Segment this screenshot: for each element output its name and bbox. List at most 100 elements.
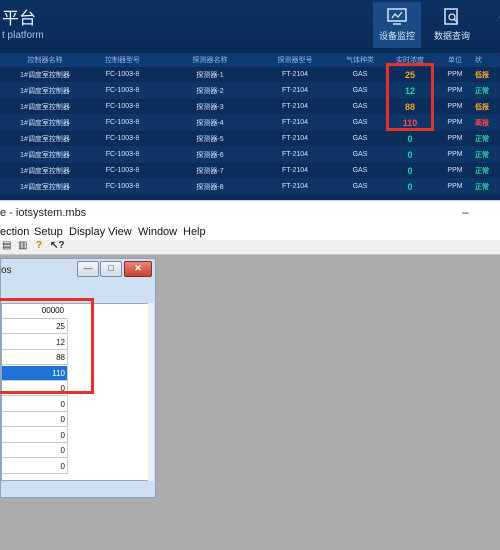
gear-icon	[499, 15, 500, 19]
controller-cell: 1#调度室控制器	[10, 98, 80, 115]
menu-help[interactable]: Help	[183, 226, 206, 238]
value-cell: 0	[385, 162, 435, 179]
value-highlight-box	[386, 63, 434, 131]
gas-type-cell: GAS	[335, 162, 385, 179]
status-cell: 正常	[475, 82, 500, 99]
child-maximize-button[interactable]: □	[100, 261, 122, 277]
detector-model-cell: FT-2104	[255, 146, 335, 163]
nav-system[interactable]: 系	[482, 2, 500, 48]
unit-cell: PPM	[435, 67, 475, 83]
detector-model-cell: FT-2104	[255, 130, 335, 147]
app-titlebar: e - iotsystem.mbs –	[0, 200, 500, 227]
help-icon[interactable]: ?	[36, 240, 42, 251]
minimize-button[interactable]: –	[462, 205, 469, 219]
value-cell: 0	[385, 146, 435, 163]
col-header: 控制器名称	[10, 53, 80, 67]
context-help-icon[interactable]: ↖?	[50, 240, 65, 251]
print-icon[interactable]: ▤	[2, 240, 11, 251]
unit-cell: PPM	[435, 114, 475, 131]
col-header: 探测器型号	[255, 53, 335, 67]
detector-model-cell: FT-2104	[255, 178, 335, 195]
status-cell: 正常	[475, 146, 500, 163]
menu-window[interactable]: Window	[138, 226, 177, 238]
controller-model-cell: FC-1003-8	[80, 67, 165, 83]
detector-model-cell: FT-2104	[255, 98, 335, 115]
detector-cell: 探测器-3	[165, 98, 255, 115]
menu-setup[interactable]: Setup	[34, 226, 63, 238]
menu-connection[interactable]: ection	[0, 226, 29, 238]
value-cell: 0	[385, 130, 435, 147]
document-search-icon	[444, 8, 459, 25]
unit-cell: PPM	[435, 98, 475, 115]
toolbar: ▤ ▥ ? ↖?	[0, 240, 500, 255]
gas-type-cell: GAS	[335, 146, 385, 163]
controller-cell: 1#调度室控制器	[10, 162, 80, 179]
value-cell: 0	[385, 178, 435, 195]
child-close-button[interactable]: ✕	[124, 261, 152, 277]
nav-device-monitor[interactable]: 设备监控	[373, 2, 421, 48]
col-header: 状	[475, 53, 500, 67]
register-highlight-box	[0, 298, 94, 394]
child-window-title: os	[1, 265, 12, 276]
table-row[interactable]: 1#调度室控制器 FC-1003-8 探测器-8 FT-2104 GAS 0 PPM 正常	[0, 178, 500, 195]
detector-cell: 探测器-6	[165, 146, 255, 163]
nav-label: 数据查询	[433, 31, 470, 41]
col-header: 探测器名称	[165, 53, 255, 67]
nav-label: 设备监控	[378, 31, 415, 41]
monitor-icon	[387, 8, 407, 25]
status-cell: 正常	[475, 162, 500, 179]
controller-cell: 1#调度室控制器	[10, 130, 80, 147]
col-header: 气体种类	[335, 53, 385, 67]
table-row[interactable]: 1#调度室控制器 FC-1003-8 探测器-7 FT-2104 GAS 0 PPM 正常	[0, 162, 500, 179]
status-cell: 低报	[475, 67, 500, 83]
nav-label: 系	[482, 29, 500, 42]
col-header: 单位	[435, 53, 475, 67]
table-row[interactable]: 1#调度室控制器 FC-1003-8 探测器-5 FT-2104 GAS 0 PPM 正常	[0, 130, 500, 147]
col-header: 控制器型号	[80, 53, 165, 67]
controller-cell: 1#调度室控制器	[10, 178, 80, 195]
status-cell: 高报	[475, 114, 500, 131]
unit-cell: PPM	[435, 162, 475, 179]
gas-type-cell: GAS	[335, 130, 385, 147]
child-minimize-button[interactable]: —	[77, 261, 99, 277]
controller-model-cell: FC-1003-8	[80, 178, 165, 195]
controller-cell: 1#调度室控制器	[10, 114, 80, 131]
detector-cell: 探测器-7	[165, 162, 255, 179]
dashboard-header: 平台 t platform 设备监控 数据查询 系	[0, 0, 500, 52]
unit-cell: PPM	[435, 82, 475, 99]
detector-model-cell: FT-2104	[255, 162, 335, 179]
gas-type-cell: GAS	[335, 67, 385, 83]
register-cell[interactable]: 0	[2, 396, 68, 412]
app-title: e - iotsystem.mbs	[0, 207, 87, 219]
controller-cell: 1#调度室控制器	[10, 146, 80, 163]
nav-data-query[interactable]: 数据查询	[428, 2, 476, 48]
detector-cell: 探测器-5	[165, 130, 255, 147]
table-row[interactable]: 1#调度室控制器 FC-1003-8 探测器-6 FT-2104 GAS 0 PPM 正常	[0, 146, 500, 163]
vertical-scrollbar[interactable]	[148, 303, 154, 481]
register-cell[interactable]: 0	[2, 412, 68, 427]
detector-cell: 探测器-2	[165, 82, 255, 99]
controller-model-cell: FC-1003-8	[80, 82, 165, 99]
detector-cell: 探测器-4	[165, 114, 255, 131]
print-preview-icon[interactable]: ▥	[18, 240, 27, 251]
detector-model-cell: FT-2104	[255, 67, 335, 83]
iot-dashboard: 平台 t platform 设备监控 数据查询 系	[0, 0, 500, 200]
status-cell: 正常	[475, 130, 500, 147]
status-cell: 正常	[475, 178, 500, 195]
register-cell[interactable]: 0	[2, 458, 68, 474]
detector-model-cell: FT-2104	[255, 114, 335, 131]
register-cell[interactable]: 0	[2, 443, 68, 458]
detector-cell: 探测器-1	[165, 67, 255, 83]
menu-display[interactable]: Display	[69, 226, 105, 238]
unit-cell: PPM	[435, 178, 475, 195]
unit-cell: PPM	[435, 130, 475, 147]
gas-type-cell: GAS	[335, 98, 385, 115]
menu-view[interactable]: View	[108, 226, 132, 238]
controller-cell: 1#调度室控制器	[10, 82, 80, 99]
dashboard-title: 平台	[2, 9, 36, 29]
gas-type-cell: GAS	[335, 82, 385, 99]
controller-model-cell: FC-1003-8	[80, 162, 165, 179]
register-cell[interactable]: 0	[2, 427, 68, 443]
detector-model-cell: FT-2104	[255, 82, 335, 99]
controller-model-cell: FC-1003-8	[80, 114, 165, 131]
